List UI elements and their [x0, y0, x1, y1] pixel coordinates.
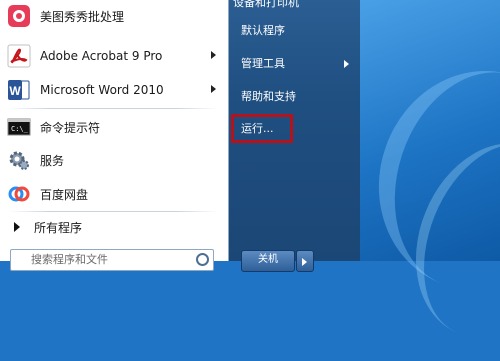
program-item-adobe-acrobat[interactable]: Adobe Acrobat 9 Pro [4, 42, 224, 70]
program-label: 服务 [40, 153, 65, 168]
shutdown-options-button[interactable] [296, 250, 314, 272]
program-label: 命令提示符 [40, 120, 101, 135]
all-programs-button[interactable]: 所有程序 [4, 216, 224, 238]
right-menu-item-default-programs[interactable]: 默认程序 [233, 20, 353, 42]
divider [8, 211, 218, 212]
run-highlight-box [231, 114, 293, 143]
start-menu-programs-panel: 美图秀秀批处理 Adobe Acrobat 9 Pro W Microsoft … [0, 0, 229, 271]
program-label: 美图秀秀批处理 [40, 9, 125, 24]
right-menu-item-help-support[interactable]: 帮助和支持 [233, 86, 353, 108]
program-label: Microsoft Word 2010 [40, 83, 164, 97]
program-label: Adobe Acrobat 9 Pro [40, 49, 163, 63]
search-icon [196, 253, 209, 266]
submenu-arrow-icon [211, 85, 216, 93]
program-item-baidu-netdisk[interactable]: 百度网盘 [4, 180, 224, 208]
cmd-icon: C:\_ [6, 114, 32, 140]
word-icon: W [6, 77, 32, 103]
program-item-meitu[interactable]: 美图秀秀批处理 [4, 2, 224, 30]
acrobat-icon [6, 43, 32, 69]
baidu-netdisk-icon [6, 181, 32, 207]
program-item-microsoft-word[interactable]: W Microsoft Word 2010 [4, 76, 224, 104]
svg-text:C:\_: C:\_ [11, 125, 29, 133]
divider [8, 108, 218, 109]
meitu-icon [6, 3, 32, 29]
search-placeholder: 搜索程序和文件 [31, 253, 108, 266]
program-item-command-prompt[interactable]: C:\_ 命令提示符 [4, 113, 224, 141]
program-label: 百度网盘 [40, 187, 89, 202]
all-programs-label: 所有程序 [34, 220, 83, 235]
program-item-services[interactable]: 服务 [4, 146, 224, 174]
right-menu-label: 默认程序 [241, 24, 285, 37]
right-menu-item-devices-printers[interactable]: 设备和打印机 [233, 0, 299, 10]
submenu-arrow-icon [344, 60, 349, 68]
services-gear-icon [6, 147, 32, 173]
right-menu-label: 管理工具 [241, 57, 285, 70]
search-input[interactable]: 搜索程序和文件 [10, 249, 214, 271]
svg-text:W: W [9, 84, 21, 98]
shutdown-button[interactable]: 关机 [241, 250, 295, 272]
submenu-arrow-icon [211, 51, 216, 59]
right-menu-item-admin-tools[interactable]: 管理工具 [233, 53, 353, 75]
expand-arrow-icon [14, 222, 20, 232]
right-menu-label: 帮助和支持 [241, 90, 296, 103]
